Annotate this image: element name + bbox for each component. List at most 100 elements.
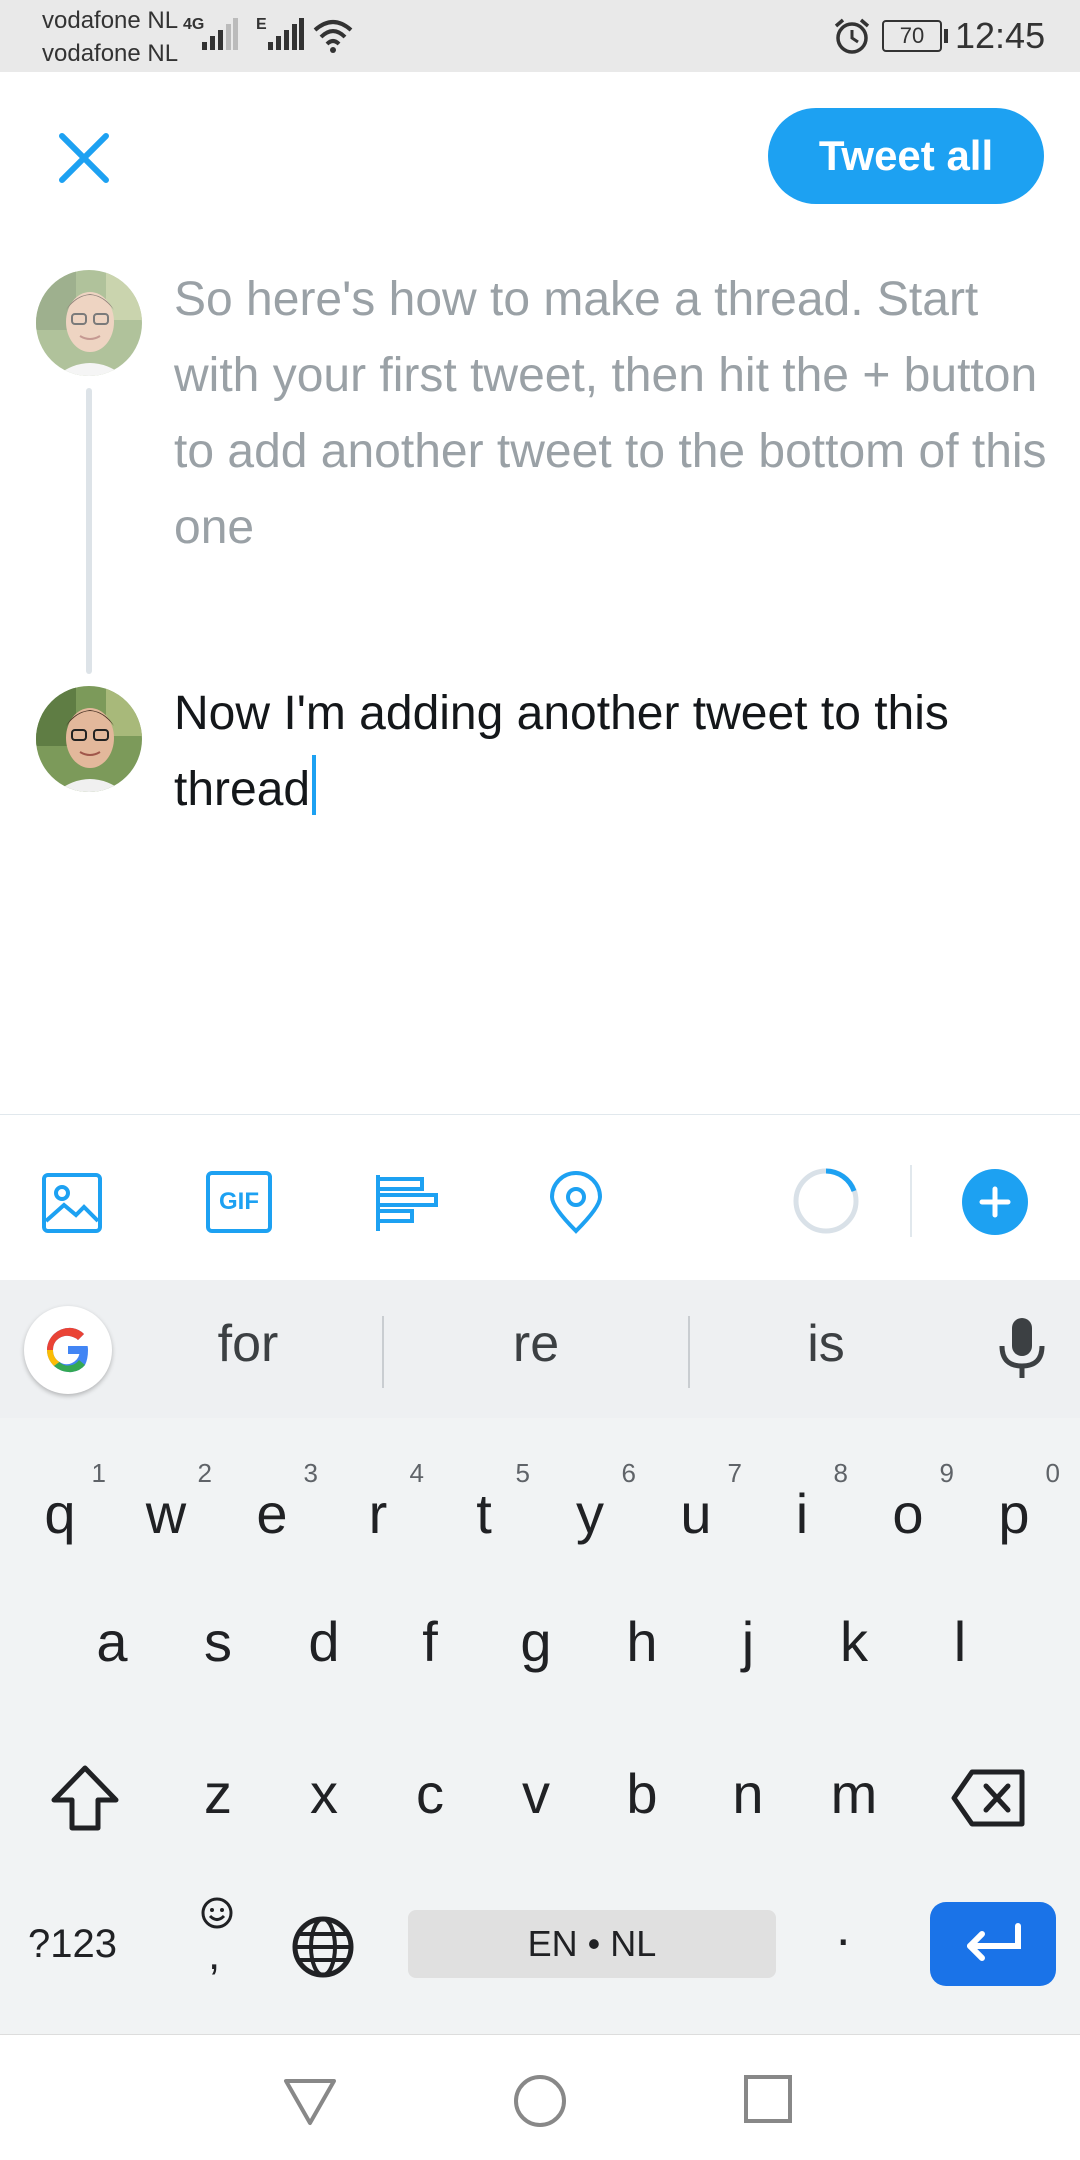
- status-bar: vodafone NL vodafone NL 4G E 70 12:45: [0, 0, 1080, 72]
- key-s[interactable]: s: [168, 1582, 268, 1702]
- globe-icon[interactable]: [290, 1914, 356, 1980]
- image-icon[interactable]: [40, 1171, 104, 1235]
- key-z[interactable]: z: [168, 1734, 268, 1854]
- microphone-icon[interactable]: [994, 1316, 1050, 1382]
- key-q-number: 1: [91, 1458, 106, 1488]
- compose-toolbar: GIF: [0, 1114, 1080, 1280]
- suggestion-1[interactable]: for: [108, 1314, 388, 1374]
- add-tweet-button[interactable]: [962, 1169, 1028, 1235]
- google-icon: [47, 1327, 88, 1373]
- avatar: [36, 270, 142, 376]
- suggestion-divider: [382, 1316, 384, 1388]
- symbols-key[interactable]: ?123: [28, 1908, 117, 1980]
- shift-icon[interactable]: [48, 1762, 122, 1834]
- tweet-text-2[interactable]: Now I'm adding another tweet to this thr…: [174, 676, 1054, 828]
- tweet-all-button[interactable]: Tweet all: [768, 108, 1044, 204]
- emoji-icon: [201, 1897, 233, 1929]
- key-k[interactable]: k: [804, 1582, 904, 1702]
- key-l[interactable]: l: [910, 1582, 1010, 1702]
- key-t[interactable]: t5: [434, 1454, 534, 1574]
- key-v[interactable]: v: [486, 1734, 586, 1854]
- key-o-number: 9: [939, 1458, 954, 1488]
- tweet-text-1[interactable]: So here's how to make a thread. Start wi…: [174, 262, 1054, 566]
- alarm-icon: [834, 18, 870, 54]
- suggestion-bar: for re is: [0, 1280, 1080, 1418]
- gif-icon[interactable]: GIF: [206, 1171, 272, 1233]
- text-cursor: [312, 755, 317, 815]
- key-i[interactable]: i8: [752, 1454, 852, 1574]
- key-q-label: q: [44, 1482, 76, 1545]
- keyboard: q1 w2 e3 r4 t5 y6 u7 i8 o9 p0 a s d f g …: [0, 1418, 1080, 2034]
- close-icon: [59, 133, 109, 183]
- signal-icon: [202, 18, 238, 50]
- key-p[interactable]: p0: [964, 1454, 1064, 1574]
- home-icon[interactable]: [512, 2073, 568, 2129]
- google-button[interactable]: [24, 1306, 112, 1394]
- key-e[interactable]: e3: [222, 1454, 322, 1574]
- key-c[interactable]: c: [380, 1734, 480, 1854]
- key-y-label: y: [576, 1482, 604, 1545]
- poll-icon[interactable]: [374, 1171, 440, 1235]
- suggestion-3[interactable]: is: [686, 1314, 966, 1374]
- key-p-label: p: [998, 1482, 1030, 1545]
- avatar: [36, 686, 142, 792]
- battery-icon: 70: [882, 20, 942, 52]
- key-y[interactable]: y6: [540, 1454, 640, 1574]
- key-q[interactable]: q1: [10, 1454, 110, 1574]
- key-u-number: 7: [727, 1458, 742, 1488]
- key-d[interactable]: d: [274, 1582, 374, 1702]
- signal-icon-2: [268, 18, 304, 50]
- key-r-number: 4: [409, 1458, 424, 1488]
- key-t-label: t: [476, 1482, 492, 1545]
- key-r[interactable]: r4: [328, 1454, 428, 1574]
- backspace-icon[interactable]: [950, 1768, 1028, 1828]
- key-m[interactable]: m: [804, 1734, 904, 1854]
- key-g[interactable]: g: [486, 1582, 586, 1702]
- key-u-label: u: [680, 1482, 712, 1545]
- period-key[interactable]: .: [836, 1898, 850, 1958]
- tweet-text-2-content: Now I'm adding another tweet to this thr…: [174, 687, 949, 816]
- wifi-icon: [313, 20, 353, 53]
- comma-key[interactable]: ,: [198, 1896, 238, 1996]
- clock: 12:45: [955, 15, 1046, 56]
- key-i-label: i: [795, 1482, 809, 1545]
- key-o-label: o: [892, 1482, 924, 1545]
- carrier-2: vodafone NL: [42, 40, 179, 67]
- key-w-label: w: [145, 1482, 187, 1545]
- space-bar[interactable]: EN • NL: [408, 1910, 776, 1978]
- toolbar-divider: [910, 1165, 912, 1237]
- key-h[interactable]: h: [592, 1582, 692, 1702]
- enter-key[interactable]: [930, 1902, 1056, 1986]
- enter-icon: [967, 1923, 1021, 1961]
- location-icon[interactable]: [546, 1171, 606, 1235]
- key-i-number: 8: [833, 1458, 848, 1488]
- back-icon[interactable]: [280, 2073, 340, 2129]
- key-r-label: r: [368, 1482, 388, 1545]
- key-f[interactable]: f: [380, 1582, 480, 1702]
- key-o[interactable]: o9: [858, 1454, 958, 1574]
- network-type-2: E: [256, 16, 267, 33]
- navigation-bar: [0, 2034, 1080, 2160]
- character-count-ring: [793, 1168, 859, 1234]
- key-j[interactable]: j: [698, 1582, 798, 1702]
- key-w-number: 2: [197, 1458, 212, 1488]
- key-e-label: e: [256, 1482, 288, 1545]
- battery-tip: [944, 29, 948, 43]
- recents-icon[interactable]: [742, 2073, 794, 2125]
- key-n[interactable]: n: [698, 1734, 798, 1854]
- thread-connector-line: [86, 388, 92, 674]
- carrier-1: vodafone NL: [42, 7, 179, 34]
- battery-level: 70: [899, 23, 925, 48]
- key-y-number: 6: [621, 1458, 636, 1488]
- key-u[interactable]: u7: [646, 1454, 746, 1574]
- plus-icon: [979, 1186, 1011, 1218]
- suggestion-2[interactable]: re: [396, 1314, 676, 1374]
- close-button[interactable]: [48, 122, 120, 194]
- key-a[interactable]: a: [62, 1582, 162, 1702]
- key-e-number: 3: [303, 1458, 318, 1488]
- key-w[interactable]: w2: [116, 1454, 216, 1574]
- key-p-number: 0: [1045, 1458, 1060, 1488]
- key-x[interactable]: x: [274, 1734, 374, 1854]
- key-b[interactable]: b: [592, 1734, 692, 1854]
- comma-label: ,: [208, 1930, 221, 1979]
